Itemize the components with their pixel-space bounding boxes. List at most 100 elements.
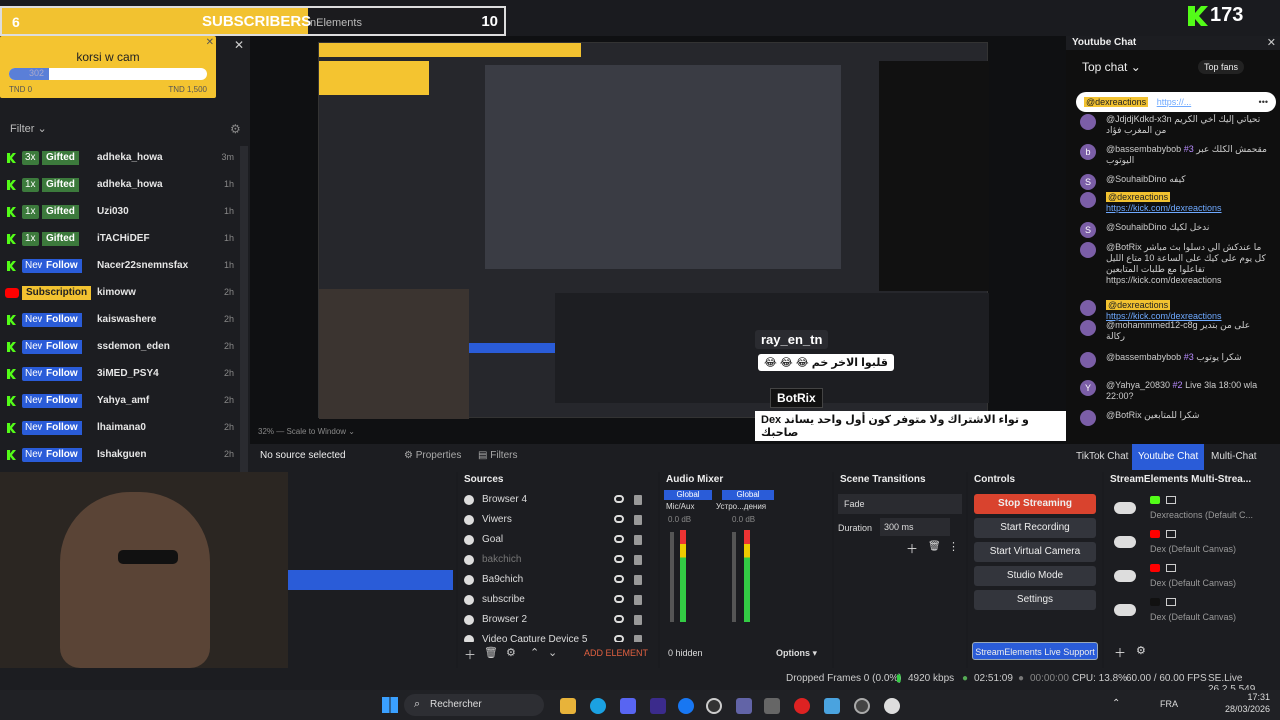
zoom-level[interactable]: 32% — Scale to Window ⌄ <box>258 427 355 436</box>
source-item[interactable]: Ba9chich <box>458 570 650 590</box>
gear-icon[interactable]: ⚙ <box>1136 644 1146 657</box>
settings-button[interactable]: Settings <box>974 590 1096 610</box>
edge-icon[interactable] <box>590 698 606 714</box>
teams-icon[interactable] <box>736 698 752 714</box>
windows-start-icon[interactable] <box>382 697 398 713</box>
multistream-target[interactable]: Dex (Default Canvas) <box>1104 562 1280 592</box>
activity-row[interactable]: New Follow lhaimana0 2h <box>0 416 240 443</box>
source-item[interactable]: Viwers <box>458 510 650 530</box>
lock-icon[interactable] <box>634 615 642 625</box>
top-chat-dropdown[interactable]: Top chat ⌄ <box>1082 60 1141 74</box>
source-item[interactable]: Browser 2 <box>458 610 650 630</box>
lock-icon[interactable] <box>634 555 642 565</box>
opera-icon[interactable] <box>794 698 810 714</box>
source-item[interactable]: Video Capture Device 5 <box>458 630 650 642</box>
lock-icon[interactable] <box>634 495 642 505</box>
activity-row[interactable]: New Follow Yahya_amf 2h <box>0 389 240 416</box>
add-target-icon[interactable]: ＋ <box>1114 644 1126 661</box>
toggle-switch[interactable] <box>1114 502 1136 514</box>
scrollbar[interactable] <box>240 146 248 476</box>
taskbar-search[interactable]: ⌕ Rechercher <box>404 694 544 716</box>
activity-row[interactable]: 1x Gifted adheka_howa 1h <box>0 173 240 200</box>
visibility-eye-icon[interactable] <box>614 495 624 503</box>
activity-row[interactable]: 3x Gifted adheka_howa 3m <box>0 146 240 173</box>
visibility-eye-icon[interactable] <box>614 515 624 523</box>
add-transition-icon[interactable]: ＋ <box>906 540 918 557</box>
arrow-up-icon[interactable]: ⌃ <box>530 646 539 659</box>
file-explorer-icon[interactable] <box>560 698 576 714</box>
activity-row[interactable]: 1x Gifted Uzi030 1h <box>0 200 240 227</box>
options-dropdown[interactable]: Options ▾ <box>776 648 817 659</box>
tray-chevron-icon[interactable]: ⌃ <box>1112 698 1120 709</box>
close-icon[interactable]: ✕ <box>206 37 214 48</box>
obs-icon[interactable] <box>706 698 722 714</box>
toggle-switch[interactable] <box>1114 570 1136 582</box>
mixer-ch2-device[interactable]: Устро...дения <box>716 502 766 511</box>
source-item[interactable]: bakchich <box>458 550 650 570</box>
studio-mode-button[interactable]: Studio Mode <box>974 566 1096 586</box>
gear-icon[interactable]: ⚙ <box>506 646 516 659</box>
pinned-message[interactable]: @dexreactions https://... ••• <box>1076 92 1276 112</box>
close-icon[interactable]: ✕ <box>1267 36 1276 49</box>
clock-date[interactable]: 28/03/2026 <box>1206 704 1270 714</box>
lock-icon[interactable] <box>634 535 642 545</box>
photos-icon[interactable] <box>824 698 840 714</box>
app-icon[interactable] <box>650 698 666 714</box>
start-virtual-camera-button[interactable]: Start Virtual Camera <box>974 542 1096 562</box>
duration-input[interactable]: 300 ms <box>880 518 950 536</box>
visibility-eye-icon[interactable] <box>614 535 624 543</box>
activity-row[interactable]: New Follow ssdemon_eden 2h <box>0 335 240 362</box>
top-fans-button[interactable]: Top fans <box>1198 60 1245 74</box>
discord-icon[interactable] <box>620 698 636 714</box>
mixer-ch1-device[interactable]: Mic/Aux <box>666 502 694 511</box>
visibility-eye-icon[interactable] <box>614 595 624 603</box>
gear-icon[interactable]: ⚙ <box>230 122 241 136</box>
stop-streaming-button[interactable]: Stop Streaming <box>974 494 1096 514</box>
messenger-icon[interactable] <box>678 698 694 714</box>
visibility-eye-icon[interactable] <box>614 635 624 642</box>
more-icon[interactable]: ⋮ <box>948 540 959 553</box>
more-icon[interactable]: ••• <box>1259 92 1268 112</box>
activity-row[interactable]: New Follow Ishakguen 2h <box>0 443 240 470</box>
filters-button[interactable]: ▤ Filters <box>478 450 517 461</box>
source-item[interactable]: Goal <box>458 530 650 550</box>
tab-youtube-chat[interactable]: Youtube Chat <box>1132 444 1205 470</box>
obs-preview[interactable]: ray_en_tn 😂 😂 😂 قلبوا الاخر خم BotRix De… <box>250 36 1066 444</box>
lock-icon[interactable] <box>634 575 642 585</box>
arrow-down-icon[interactable]: ⌄ <box>548 646 557 659</box>
pinned-link[interactable]: https://... <box>1157 97 1192 107</box>
multistream-target[interactable]: Dex (Default Canvas) <box>1104 528 1280 558</box>
activity-row[interactable]: New Follow 3iMED_PSY4 2h <box>0 362 240 389</box>
lock-icon[interactable] <box>634 635 642 642</box>
settings-app-icon[interactable] <box>884 698 900 714</box>
properties-button[interactable]: ⚙ Properties <box>404 450 461 461</box>
obs-icon[interactable] <box>854 698 870 714</box>
activity-row[interactable]: 1x Gifted iTACHiDEF 1h <box>0 227 240 254</box>
trash-icon[interactable]: 🗑 <box>484 646 498 659</box>
volume-slider-ch1[interactable] <box>670 532 674 622</box>
activity-row[interactable]: Subscription kimoww 2h <box>0 281 240 308</box>
visibility-eye-icon[interactable] <box>614 555 624 563</box>
visibility-eye-icon[interactable] <box>614 615 624 623</box>
activity-row[interactable]: New Follow Nacer22snemnsfax 1h <box>0 254 240 281</box>
add-source-icon[interactable]: ＋ <box>464 646 476 663</box>
add-element-button[interactable]: ADD ELEMENT <box>584 648 648 658</box>
source-item[interactable]: subscribe <box>458 590 650 610</box>
visibility-eye-icon[interactable] <box>614 575 624 583</box>
source-item[interactable]: Browser 4 <box>458 490 650 510</box>
volume-slider-ch2[interactable] <box>732 532 736 622</box>
toggle-switch[interactable] <box>1114 604 1136 616</box>
transition-select[interactable]: Fade <box>838 494 962 514</box>
lock-icon[interactable] <box>634 595 642 605</box>
lock-icon[interactable] <box>634 515 642 525</box>
multistream-target[interactable]: Dex (Default Canvas) <box>1104 596 1280 626</box>
close-icon[interactable]: ✕ <box>234 38 244 52</box>
clock-time[interactable]: 17:31 <box>1220 692 1270 702</box>
language-indicator[interactable]: FRA <box>1160 699 1178 709</box>
trash-icon[interactable]: 🗑 <box>928 541 941 552</box>
toggle-switch[interactable] <box>1114 536 1136 548</box>
se-support-button[interactable]: StreamElements Live Support <box>972 642 1098 660</box>
multistream-target[interactable]: Dexreactions (Default C... <box>1104 494 1280 524</box>
activity-row[interactable]: New Follow kaiswashere 2h <box>0 308 240 335</box>
tab-multi-chat[interactable]: Multi-Chat <box>1205 444 1263 470</box>
